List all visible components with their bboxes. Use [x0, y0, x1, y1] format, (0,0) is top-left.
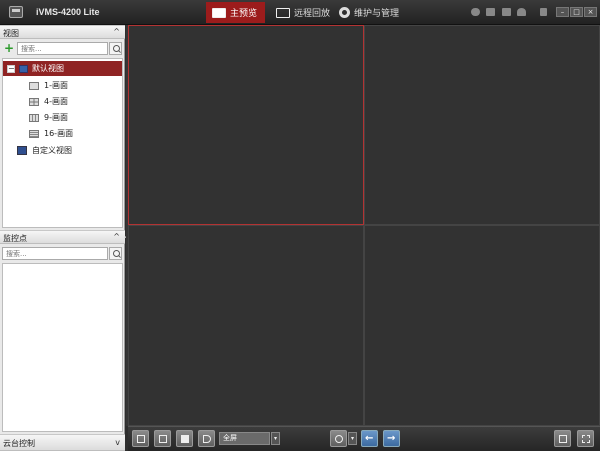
- title-bar: iVMS-4200 Lite 主预览 远程回放 维护与管理 – □ ×: [0, 0, 600, 25]
- search-icon[interactable]: [109, 42, 122, 55]
- video-pane-4[interactable]: [364, 225, 600, 426]
- bottom-toolbar: 全屏 ▾ ▾ ← →: [128, 426, 600, 451]
- camera-icon: [212, 7, 226, 18]
- nine-grid-icon: [29, 113, 39, 122]
- tree-item-custom-view[interactable]: 自定义视图: [1, 143, 72, 158]
- view-search-row: +: [0, 40, 125, 57]
- user-icon[interactable]: [517, 8, 526, 16]
- ptz-section-title: 云台控制: [3, 439, 35, 448]
- app-logo-icon: [9, 6, 23, 18]
- search-icon[interactable]: [109, 247, 122, 260]
- save-icon: [137, 435, 145, 443]
- custom-view-icon: [17, 146, 27, 155]
- collapse-tree-icon[interactable]: −: [7, 64, 15, 73]
- tab-main-preview-label: 主预览: [230, 9, 258, 19]
- four-grid-icon: [29, 97, 39, 106]
- tree-item-1-screen[interactable]: 1-画面: [29, 78, 68, 93]
- video-pane-1[interactable]: [128, 25, 364, 225]
- tree-item-label: 9-画面: [44, 113, 68, 122]
- previous-page-button[interactable]: ←: [361, 430, 378, 447]
- monitor-section-title: 监控点: [3, 234, 27, 243]
- tab-remote-playback-label: 远程回放: [294, 9, 331, 19]
- tree-item-label: 默认视图: [32, 64, 64, 73]
- ptz-section-header[interactable]: 云台控制 v: [0, 434, 125, 451]
- chevron-down-icon[interactable]: ▾: [348, 432, 357, 445]
- tree-item-4-screen[interactable]: 4-画面: [29, 94, 68, 109]
- layout-button[interactable]: [154, 430, 171, 447]
- tree-item-label: 1-画面: [44, 81, 68, 90]
- speaker-icon: [203, 435, 211, 443]
- monitor-section-header[interactable]: 监控点 ^: [0, 230, 125, 244]
- tree-item-default-view[interactable]: − 默认视图: [3, 61, 122, 76]
- list-icon[interactable]: [486, 8, 495, 16]
- add-view-button[interactable]: +: [4, 42, 14, 54]
- refresh-button[interactable]: [330, 430, 347, 447]
- minimize-button[interactable]: –: [556, 7, 569, 17]
- gear-icon: [339, 7, 350, 18]
- left-panel: 视图 ^ + − 默认视图 1-画面 4-画面 9-画面 16-画面: [0, 25, 125, 451]
- layout-icon: [159, 435, 167, 443]
- cloud-icon[interactable]: [471, 8, 480, 16]
- sixteen-grid-icon: [29, 129, 39, 138]
- stop-all-button[interactable]: [176, 430, 193, 447]
- fullscreen-button[interactable]: [577, 430, 594, 447]
- chevron-down-icon[interactable]: ▾: [271, 432, 280, 445]
- save-view-button[interactable]: [132, 430, 149, 447]
- window-division-button[interactable]: [554, 430, 571, 447]
- monitor-search-row: [0, 245, 125, 262]
- close-button[interactable]: ×: [584, 7, 597, 17]
- app-title: iVMS-4200 Lite: [36, 7, 100, 17]
- collapse-icon[interactable]: ^: [113, 232, 120, 241]
- lock-icon[interactable]: [540, 8, 547, 16]
- tree-item-label: 自定义视图: [32, 146, 72, 155]
- refresh-icon: [335, 435, 343, 443]
- playback-icon: [276, 7, 290, 18]
- collapse-icon[interactable]: ^: [113, 27, 120, 36]
- view-folder-icon: [19, 64, 28, 73]
- tab-main-preview[interactable]: 主预览: [206, 2, 266, 23]
- single-grid-icon: [29, 81, 39, 90]
- tree-item-label: 16-画面: [44, 129, 74, 138]
- stop-icon: [181, 435, 189, 443]
- tree-item-16-screen[interactable]: 16-画面: [29, 126, 73, 141]
- view-section-title: 视图: [3, 29, 19, 38]
- tree-item-label: 4-画面: [44, 97, 68, 106]
- view-tree: − 默认视图 1-画面 4-画面 9-画面 16-画面 自定义视图: [2, 58, 123, 228]
- next-page-button[interactable]: →: [383, 430, 400, 447]
- arrow-right-icon: →: [387, 433, 396, 444]
- expand-icon[interactable]: v: [115, 438, 120, 447]
- tree-item-9-screen[interactable]: 9-画面: [29, 110, 68, 125]
- grid-icon: [559, 435, 567, 443]
- fullscreen-icon: [582, 435, 590, 443]
- tab-remote-playback[interactable]: 远程回放: [270, 2, 338, 23]
- image-icon[interactable]: [502, 8, 511, 16]
- arrow-left-icon: ←: [365, 433, 374, 444]
- tab-maintenance-label: 维护与管理: [354, 9, 400, 19]
- view-search-input[interactable]: [17, 42, 108, 55]
- view-section-header[interactable]: 视图 ^: [0, 25, 125, 39]
- video-area: [126, 25, 600, 426]
- monitor-tree: [2, 263, 123, 432]
- monitor-search-input[interactable]: [2, 247, 108, 260]
- audio-button[interactable]: [198, 430, 215, 447]
- tab-maintenance[interactable]: 维护与管理: [333, 2, 407, 23]
- video-pane-3[interactable]: [128, 225, 364, 426]
- screen-mode-select[interactable]: 全屏: [219, 432, 270, 445]
- video-pane-2[interactable]: [364, 25, 600, 225]
- maximize-button[interactable]: □: [570, 7, 583, 17]
